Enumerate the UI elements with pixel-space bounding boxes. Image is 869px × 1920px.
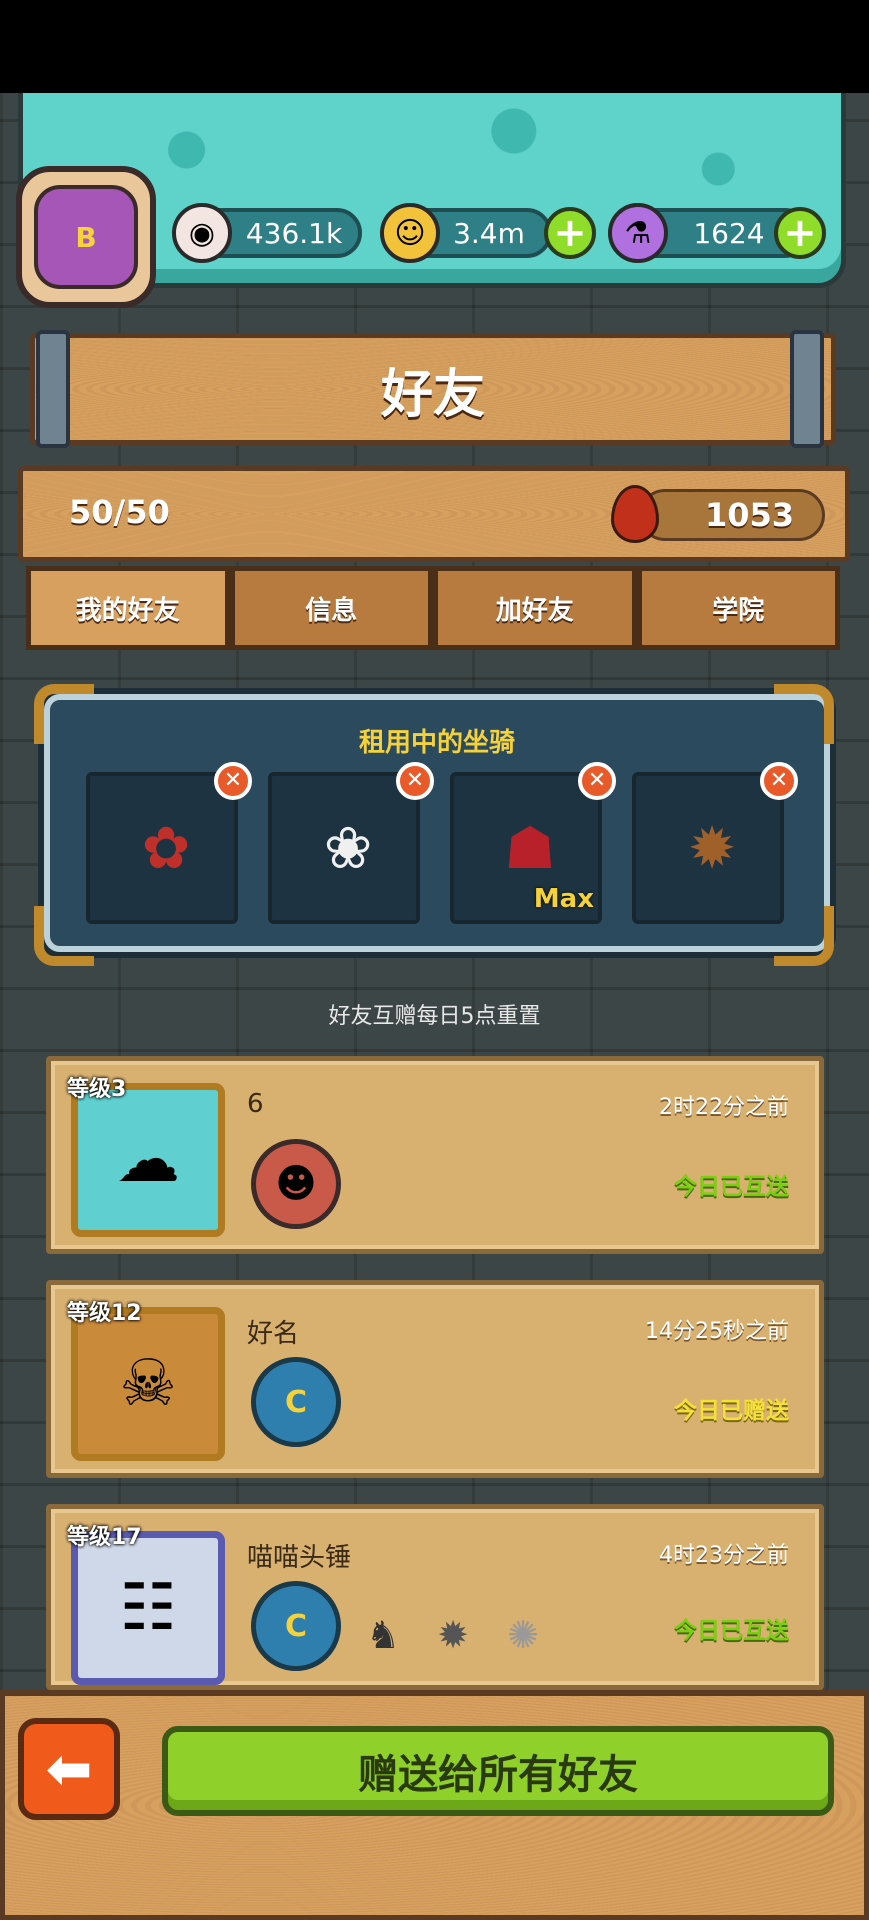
eyeball-icon: ◉ [172,203,232,263]
mount-icon: ✹ [437,1613,469,1657]
panel-corner-tr [774,684,834,744]
friends-screen: B 436.1k ◉ 3.4m ☺ + 1624 ⚗ + 好友 50/50 10… [0,0,869,1920]
rented-mounts-title: 租用中的坐骑 [358,728,515,758]
panel-corner-br [774,906,834,966]
avatar-grade-badge: B [34,185,138,289]
lion-dance-mount-icon: ❀ [323,814,373,882]
friend-portrait: ☠ [71,1307,225,1461]
friend-name: 好名 [247,1319,300,1349]
mount-icon: ✺ [507,1613,539,1657]
page-title: 好友 [30,333,836,445]
tab-academy[interactable]: 学院 [636,566,840,650]
friend-grade-badge: C [251,1581,341,1671]
gift-status: 今日已赠送 [674,1398,789,1424]
rented-mount-slot-2[interactable]: ❀ ✕ [268,762,434,924]
add-potion-button[interactable]: + [774,207,826,259]
remove-mount-2-button[interactable]: ✕ [396,762,434,800]
friend-name: 6 [247,1089,264,1119]
rented-mount-slot-3[interactable]: ☗ Max ✕ [450,762,616,924]
remove-mount-1-button[interactable]: ✕ [214,762,252,800]
rented-mount-slot-1[interactable]: ✿ ✕ [86,762,252,924]
rented-mounts-panel: 租用中的坐骑 ✿ ✕ ❀ ✕ ☗ Max ✕ ✹ ✕ [44,694,830,952]
max-tag: Max [533,884,594,914]
arrow-left-icon: ⬅ [45,1736,93,1802]
tab-add-friend[interactable]: 加好友 [433,566,637,650]
right-bracket [790,330,824,448]
player-avatar[interactable]: B [16,166,156,308]
friend-card[interactable]: ☠ 等级12 好名 14分25秒之前 C 今日已赠送 [46,1280,824,1478]
friend-card[interactable]: ☷ 等级17 喵喵头锤 4时23分之前 C ♞ ✹ ✺ 今日已互送 [46,1504,824,1690]
tab-messages[interactable]: 信息 [229,566,433,650]
remove-mount-4-button[interactable]: ✕ [760,762,798,800]
friend-portrait: ☁ [71,1083,225,1237]
friend-last-active: 2时22分之前 [659,1095,789,1120]
tab-my-friends[interactable]: 我的好友 [26,566,230,650]
friend-count: 50/50 [69,493,170,531]
friend-level: 等级3 [67,1077,127,1102]
status-bar [0,0,869,93]
send-all-button[interactable]: 赠送给所有好友 [162,1726,834,1816]
blood-counter: 1053 [639,489,825,541]
left-bracket [36,330,70,448]
friend-level: 等级17 [67,1525,142,1550]
panel-corner-tl [34,684,94,744]
friend-grade-badge: C [251,1357,341,1447]
friend-last-active: 4时23分之前 [659,1543,789,1568]
friend-card[interactable]: ☁ 等级3 6 2时22分之前 ☻ 今日已互送 [46,1056,824,1254]
spiked-boar-mount-icon: ✹ [687,814,737,882]
reset-notice: 好友互赠每日5点重置 [328,1004,541,1029]
mount-icon: ♞ [365,1613,401,1657]
add-coin-button[interactable]: + [544,207,596,259]
friend-avatar-badge: ☻ [251,1139,341,1229]
friend-name: 喵喵头锤 [247,1543,352,1573]
potion-icon: ⚗ [608,203,668,263]
friend-level: 等级12 [67,1301,142,1326]
friend-stats-bar: 50/50 1053 [18,466,850,562]
tab-bar: 我的好友 信息 加好友 学院 [26,566,840,650]
rented-mount-slot-4[interactable]: ✹ ✕ [632,762,798,924]
panel-corner-bl [34,906,94,966]
rose-mount-icon: ✿ [141,814,191,882]
friend-last-active: 14分25秒之前 [645,1319,789,1344]
friend-portrait: ☷ [71,1531,225,1685]
gift-status: 今日已互送 [674,1618,789,1644]
remove-mount-3-button[interactable]: ✕ [578,762,616,800]
gift-status: 今日已互送 [674,1174,789,1200]
coin-icon: ☺ [380,203,440,263]
back-button[interactable]: ⬅ [18,1718,120,1820]
